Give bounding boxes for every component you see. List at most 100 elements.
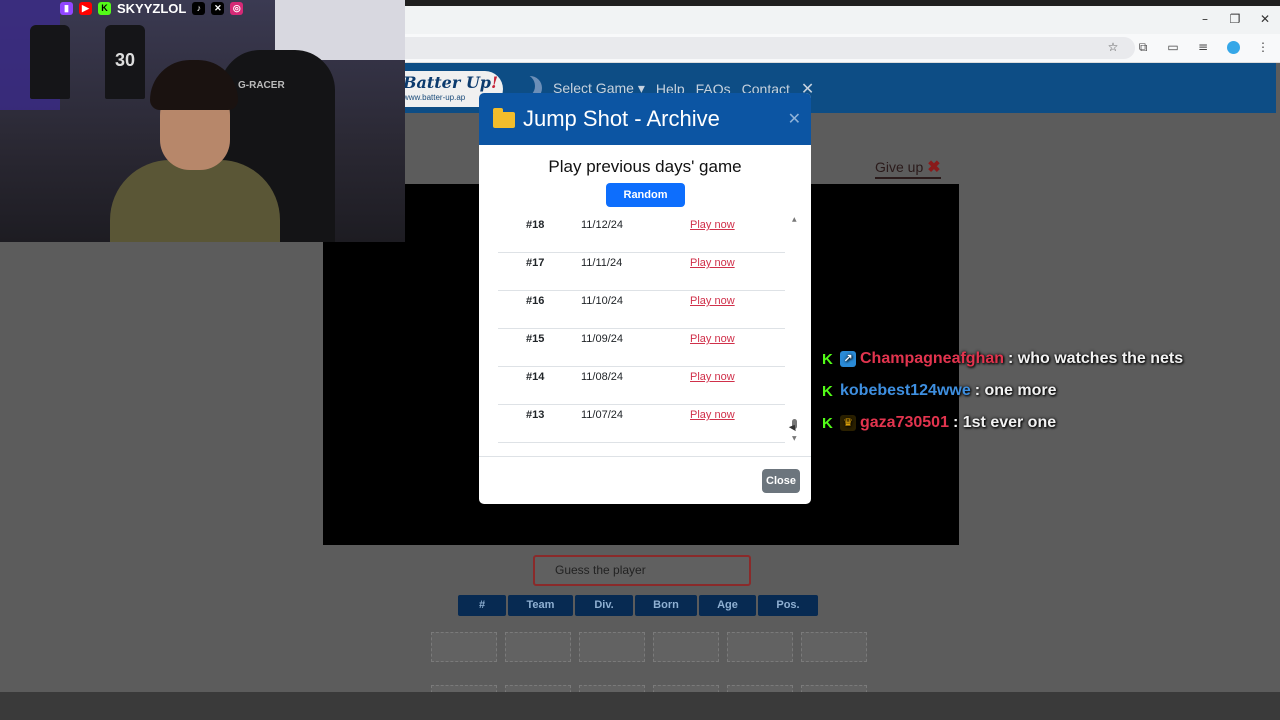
archive-row: #17 11/11/24 Play now — [498, 253, 785, 291]
tiktok-icon: ♪ — [192, 1, 206, 15]
play-now-link[interactable]: Play now — [690, 333, 735, 345]
extensions-icon[interactable]: ⧉ — [1134, 38, 1152, 56]
give-up-x-icon: ✖ — [927, 159, 941, 176]
address-bar[interactable] — [405, 37, 1135, 59]
scroll-up-arrow-icon[interactable]: ▲ — [792, 216, 797, 223]
archive-number: #13 — [526, 409, 545, 421]
guess-slot — [727, 632, 793, 662]
streamer-name: SKYYZLOL — [117, 0, 187, 16]
archive-number: #14 — [526, 371, 545, 383]
col-head-pos: Pos. — [758, 595, 818, 616]
guess-slot — [431, 632, 497, 662]
col-head-age: Age — [699, 595, 756, 616]
guess-slot — [801, 632, 867, 662]
streamer-social-bar: ▮ ▶ K SKYYZLOL ♪ ✕ ◎ — [60, 0, 244, 16]
archive-date: 11/07/24 — [581, 409, 624, 421]
archive-row: #16 11/10/24 Play now — [498, 291, 785, 329]
twitch-icon: ▮ — [60, 1, 73, 15]
play-now-link[interactable]: Play now — [690, 295, 735, 307]
logo-text: Batter Up! — [403, 73, 499, 92]
chat-message: K ↗ Champagneafghan : who watches the ne… — [822, 343, 1183, 375]
chair-brand: G-RACER — [238, 80, 285, 91]
guess-slot — [653, 632, 719, 662]
random-player-button[interactable]: Random Player — [606, 183, 685, 225]
chat-text: : who watches the nets — [1008, 350, 1184, 367]
guess-slot — [579, 632, 645, 662]
chat-message: K ♛ gaza730501 : 1st ever one — [822, 407, 1183, 439]
hanging-jersey: 30 — [105, 25, 145, 99]
archive-modal: Jump Shot - Archive ✕ Play previous days… — [479, 93, 811, 504]
archive-number: #15 — [526, 333, 545, 345]
kick-icon: K — [98, 1, 111, 15]
guess-slot — [505, 632, 571, 662]
os-taskbar — [0, 692, 1280, 720]
archive-row: #14 11/08/24 Play now — [498, 367, 785, 405]
browser-titlebar: – ❐ ✕ — [405, 6, 1280, 34]
archive-row: #15 11/09/24 Play now — [498, 329, 785, 367]
guess-column-headers: # Team Div. Born Age Pos. — [458, 595, 818, 616]
archive-number: #16 — [526, 295, 545, 307]
play-now-link[interactable]: Play now — [690, 219, 735, 231]
media-icon[interactable]: ≡ — [1194, 38, 1212, 56]
kick-logo-icon: K — [822, 350, 833, 368]
logo-url: www.batter-up.ap — [403, 93, 466, 102]
toolbar-icons: ☆ ⧉ ▭ ≡ ⋮ — [1104, 38, 1272, 56]
chat-text: : 1st ever one — [952, 414, 1057, 431]
chat-username: Champagneafghan — [860, 350, 1005, 367]
chat-username: kobebest124wwe — [840, 382, 971, 399]
guess-input[interactable]: Guess the player — [533, 555, 751, 586]
restore-button[interactable]: ❐ — [1220, 6, 1250, 34]
chat-text: : one more — [974, 382, 1057, 399]
guess-placeholder: Guess the player — [555, 563, 646, 577]
kick-logo-icon: K — [822, 382, 833, 400]
extension-globe-icon[interactable] — [1224, 38, 1242, 56]
chat-message: K kobebest124wwe : one more — [822, 375, 1183, 407]
minimize-button[interactable]: – — [1190, 6, 1220, 34]
archive-number: #17 — [526, 257, 545, 269]
scroll-down-arrow-icon[interactable]: ▼ — [792, 435, 797, 442]
kick-logo-icon: K — [822, 414, 833, 432]
play-now-link[interactable]: Play now — [690, 257, 735, 269]
archive-date: 11/12/24 — [581, 219, 624, 231]
x-icon: ✕ — [211, 1, 225, 15]
col-head-team: Team — [508, 595, 573, 616]
archive-number: #18 — [526, 219, 545, 231]
archive-date: 11/11/24 — [581, 257, 623, 269]
bookmark-star-icon[interactable]: ☆ — [1104, 38, 1122, 56]
col-head-number: # — [458, 595, 506, 616]
modal-close-button[interactable]: Close — [762, 469, 800, 493]
archive-row: #13 11/07/24 Play now — [498, 405, 785, 443]
modal-footer-divider — [479, 456, 811, 457]
archive-date: 11/08/24 — [581, 371, 624, 383]
window-controls: – ❐ ✕ — [1190, 6, 1280, 34]
play-now-link[interactable]: Play now — [690, 409, 735, 421]
stream-chat-overlay: K ↗ Champagneafghan : who watches the ne… — [822, 343, 1183, 439]
folder-icon — [493, 108, 515, 128]
guess-row-empty — [431, 632, 867, 662]
col-head-born: Born — [635, 595, 697, 616]
chat-badge-icon: ↗ — [840, 351, 856, 367]
browser-toolbar: ☆ ⧉ ▭ ≡ ⋮ — [405, 34, 1280, 63]
archive-date: 11/09/24 — [581, 333, 624, 345]
archive-date: 11/10/24 — [581, 295, 624, 307]
play-now-link[interactable]: Play now — [690, 371, 735, 383]
hanging-jersey — [30, 25, 70, 99]
youtube-icon: ▶ — [79, 1, 92, 15]
crown-badge-icon: ♛ — [840, 415, 856, 431]
close-window-button[interactable]: ✕ — [1250, 6, 1280, 34]
cast-icon[interactable]: ▭ — [1164, 38, 1182, 56]
webcam-overlay: 30 G-RACER ▮ ▶ K SKYYZLOL ♪ ✕ ◎ — [0, 0, 405, 242]
give-up-label: Give up — [875, 159, 924, 175]
archive-list[interactable]: #18 11/12/24 Play now #17 11/11/24 Play … — [498, 215, 785, 455]
jersey-number: 30 — [114, 50, 136, 70]
streamer-shirt — [110, 160, 280, 242]
modal-close-x-icon[interactable]: ✕ — [788, 109, 801, 128]
modal-header: Jump Shot - Archive ✕ — [479, 93, 811, 145]
menu-dots-icon[interactable]: ⋮ — [1254, 38, 1272, 56]
modal-subtitle: Play previous days' game — [548, 157, 742, 176]
give-up-button[interactable]: Give up ✖ — [875, 157, 941, 179]
instagram-icon: ◎ — [230, 1, 244, 15]
archive-row: #18 11/12/24 Play now — [498, 215, 785, 253]
chat-username: gaza730501 — [860, 414, 949, 431]
modal-title: Jump Shot - Archive — [523, 106, 720, 131]
